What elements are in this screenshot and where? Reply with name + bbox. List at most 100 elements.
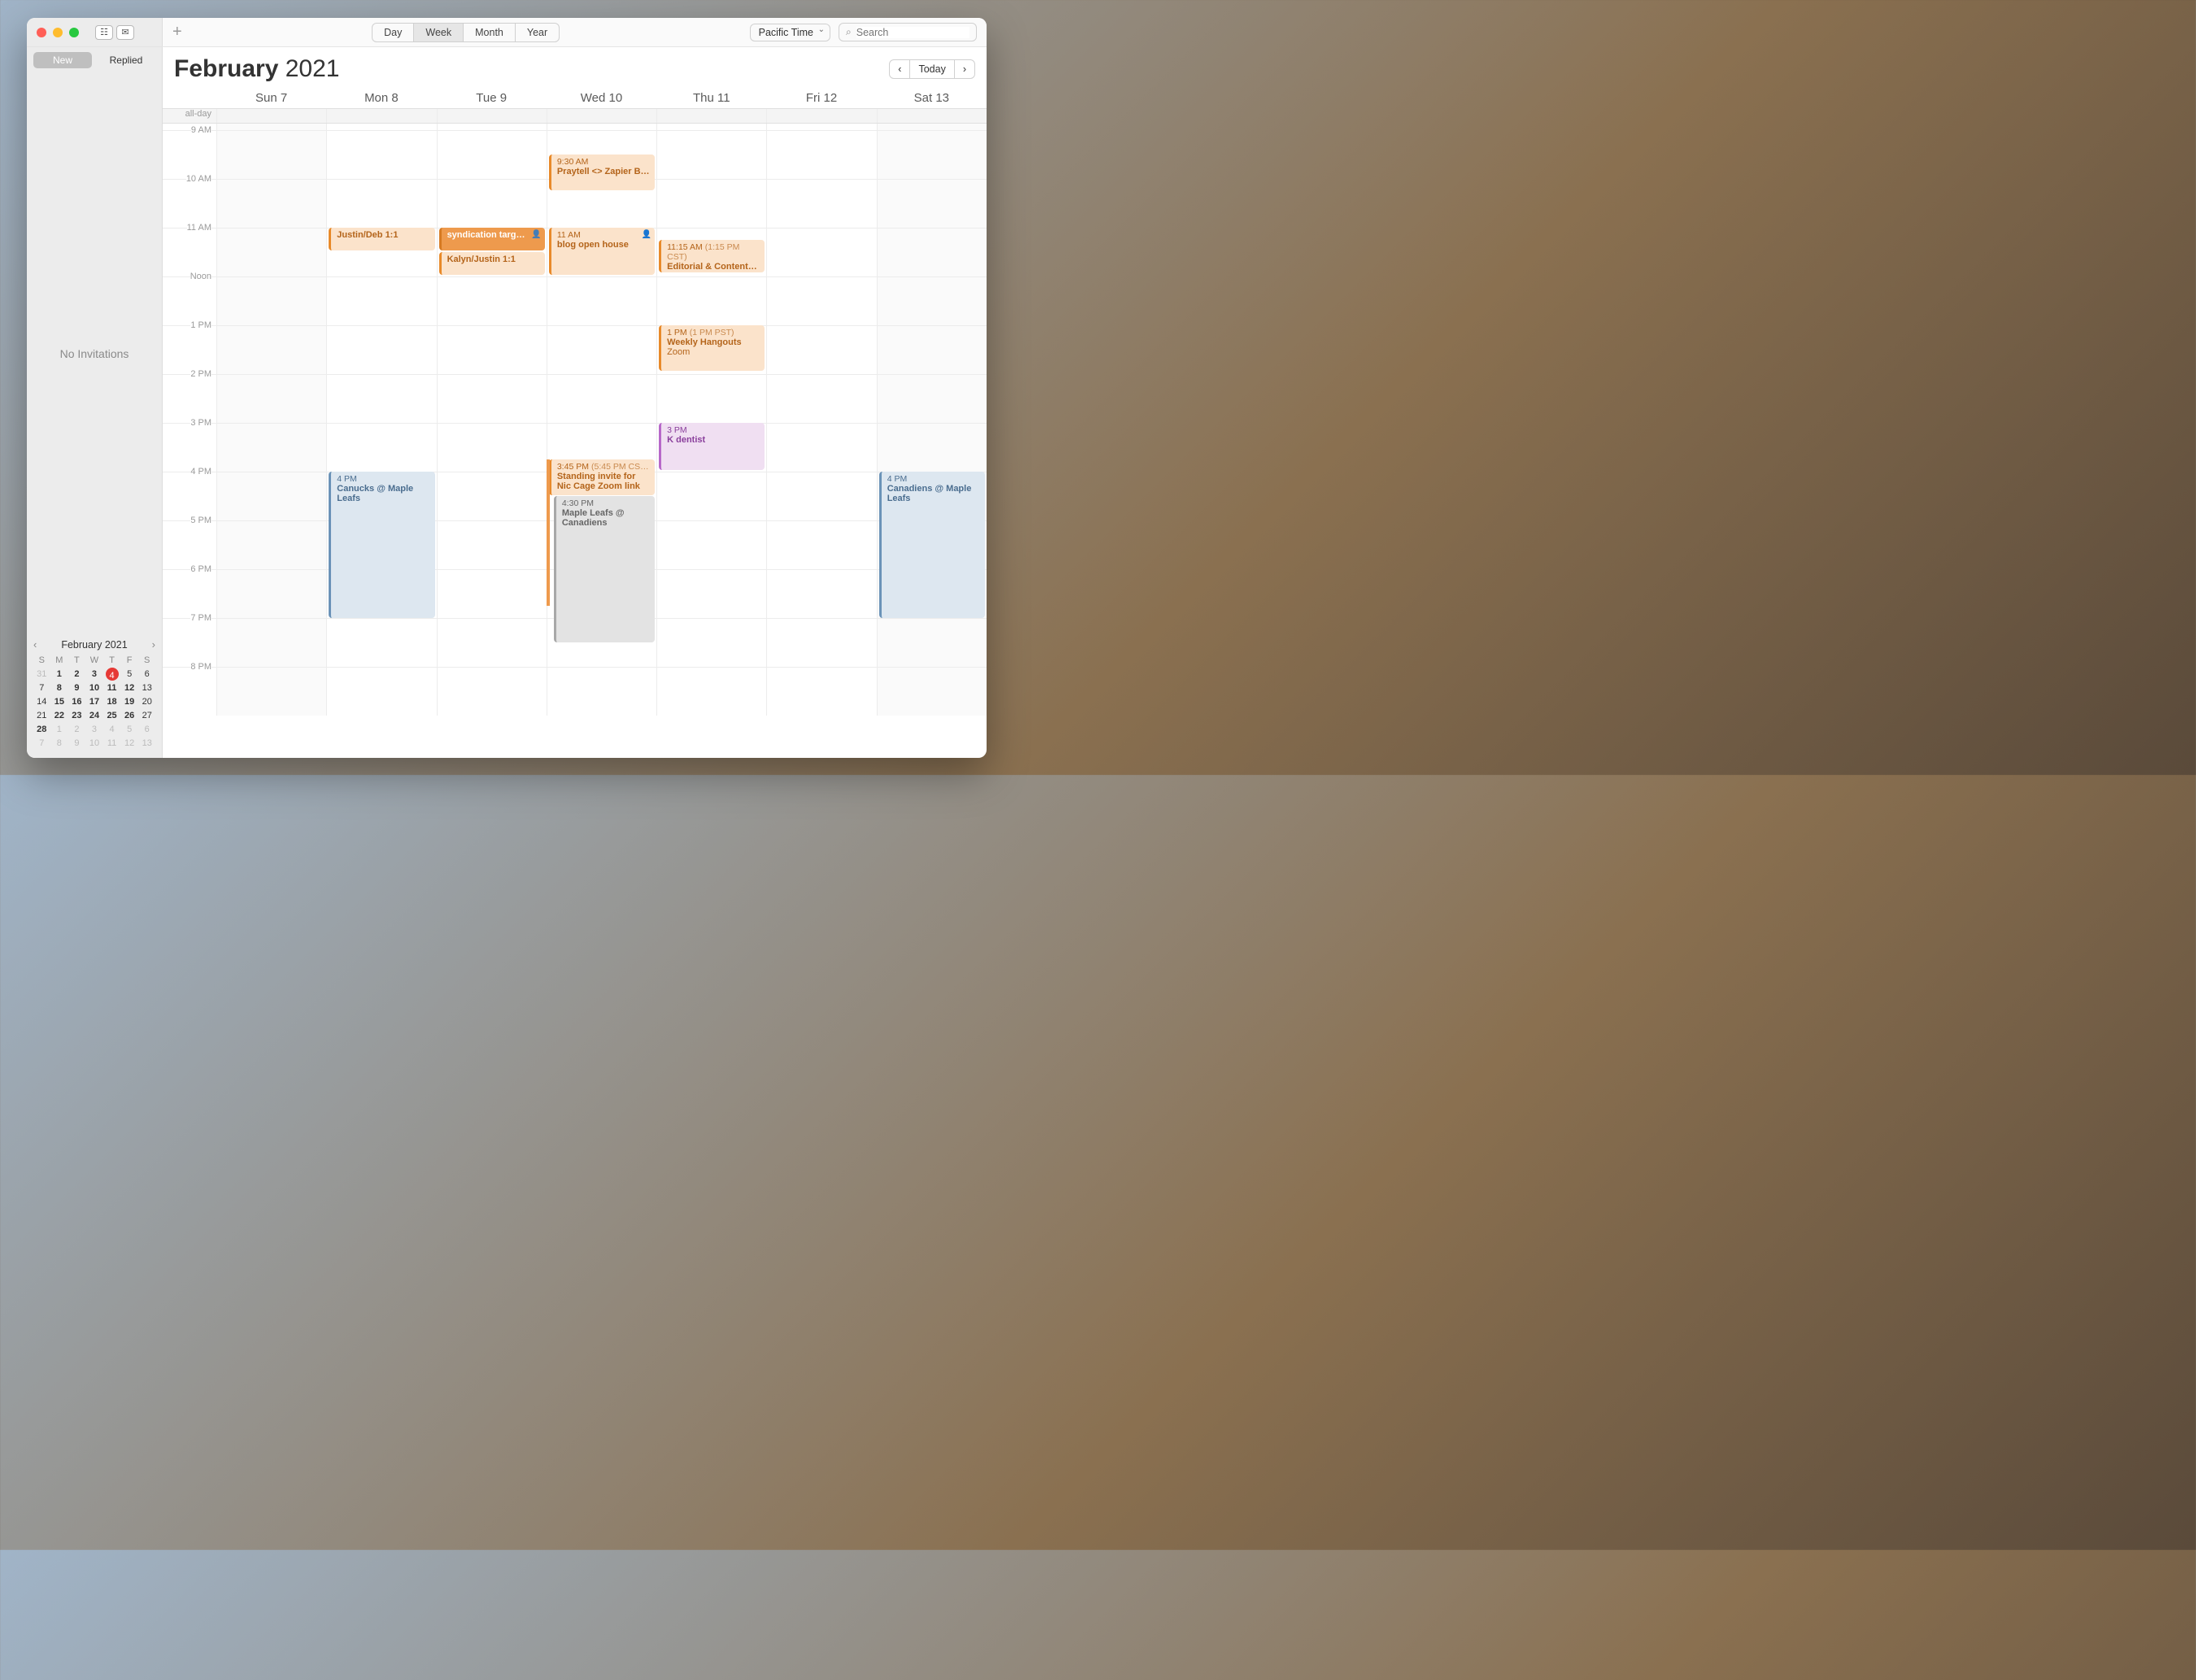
mini-day[interactable]: 24 [86,709,103,722]
mini-day[interactable]: 14 [33,695,50,708]
day-col-sat[interactable]: 4 PM Canadiens @ Maple Leafs [877,124,987,716]
mini-day[interactable]: 19 [121,695,138,708]
mini-day[interactable]: 21 [33,709,50,722]
view-day[interactable]: Day [373,24,414,41]
attendees-icon: 👤 [642,230,651,239]
mini-day[interactable]: 4 [106,668,119,681]
mini-day[interactable]: 20 [138,695,155,708]
mini-day[interactable]: 1 [51,668,68,681]
mini-day[interactable]: 9 [68,737,85,750]
event-justin-deb[interactable]: Justin/Deb 1:1 [329,228,434,250]
mini-day[interactable]: 7 [33,681,50,694]
mini-day[interactable]: 5 [121,668,138,681]
view-segmented-control[interactable]: Day Week Month Year [372,23,560,42]
mini-day[interactable]: 8 [51,681,68,694]
header-row: February 2021 ‹ Today › [163,47,987,88]
day-col-mon[interactable]: Justin/Deb 1:1 4 PM Canucks @ Maple Leaf… [326,124,436,716]
mini-day[interactable]: 11 [103,681,120,694]
event-praytell[interactable]: 9:30 AM Praytell <> Zapier B… [549,155,655,190]
mini-next-button[interactable]: › [152,638,155,651]
mini-day[interactable]: 15 [51,695,68,708]
mini-day[interactable]: 5 [121,723,138,736]
today-button[interactable]: Today [910,60,954,78]
mini-day[interactable]: 23 [68,709,85,722]
mini-day[interactable]: 17 [86,695,103,708]
mini-day[interactable]: 31 [33,668,50,681]
day-col-sun[interactable] [216,124,326,716]
titlebar-main: + Day Week Month Year Pacific Time ⌕ [163,23,987,42]
mini-day[interactable]: 9 [68,681,85,694]
calendar-window: ☷ ✉ + Day Week Month Year Pacific Time ⌕… [27,18,987,758]
mini-day[interactable]: 22 [51,709,68,722]
main-calendar: February 2021 ‹ Today › Sun 7Mon 8Tue 9W… [163,47,987,758]
mini-day[interactable]: 3 [86,723,103,736]
invitation-tabs[interactable]: New Replied [27,47,162,73]
mini-day[interactable]: 27 [138,709,155,722]
mini-day[interactable]: 10 [86,737,103,750]
allday-cells [216,109,987,123]
titlebar-sidebar: ☷ ✉ [27,18,163,46]
event-dentist[interactable]: 3 PM K dentist [659,423,765,470]
event-blog-open-house[interactable]: 11 AM blog open house 👤 [549,228,655,275]
timezone-select[interactable]: Pacific Time [750,24,830,41]
mini-day[interactable]: 8 [51,737,68,750]
inbox-icon[interactable]: ✉ [116,25,134,40]
mini-day[interactable]: 6 [138,668,155,681]
no-invitations-label: No Invitations [27,73,162,633]
mini-day[interactable]: 12 [121,681,138,694]
mini-day[interactable]: 12 [121,737,138,750]
mini-day[interactable]: 11 [103,737,120,750]
day-header-cell: Fri 12 [766,88,876,108]
minimize-icon[interactable] [53,28,63,37]
mini-prev-button[interactable]: ‹ [33,638,37,651]
mini-day[interactable]: 18 [103,695,120,708]
mini-grid[interactable]: SMTWTFS311234567891011121314151617181920… [33,654,155,750]
tab-replied[interactable]: Replied [97,52,155,68]
day-col-wed[interactable]: 9:30 AM Praytell <> Zapier B… 11 AM blog… [547,124,656,716]
mini-day[interactable]: 6 [138,723,155,736]
tab-new[interactable]: New [33,52,92,68]
maximize-icon[interactable] [69,28,79,37]
event-editorial[interactable]: 11:15 AM (1:15 PM CST) Editorial & Conte… [659,240,765,272]
day-header-cell: Tue 9 [437,88,547,108]
attendees-icon: 👤 [531,230,541,239]
next-week-button[interactable]: › [955,60,974,78]
mini-day[interactable]: 7 [33,737,50,750]
view-month[interactable]: Month [464,24,516,41]
view-year[interactable]: Year [516,24,559,41]
event-weekly-hangouts[interactable]: 1 PM (1 PM PST) Weekly Hangouts Zoom [659,325,765,371]
mini-day[interactable]: 2 [68,723,85,736]
mini-day[interactable]: 3 [86,668,103,681]
mini-day[interactable]: 26 [121,709,138,722]
event-standing-invite[interactable]: 3:45 PM (5:45 PM CS… Standing invite for… [549,459,655,495]
day-col-fri[interactable] [766,124,876,716]
add-event-button[interactable]: + [172,23,182,41]
day-header-cell: Wed 10 [547,88,656,108]
mini-day[interactable]: 1 [51,723,68,736]
mini-calendar[interactable]: ‹ February 2021 › SMTWTFS311234567891011… [27,633,162,758]
search-input[interactable] [856,27,969,38]
day-col-thu[interactable]: 11:15 AM (1:15 PM CST) Editorial & Conte… [656,124,766,716]
grid-wrap[interactable]: 9 AM10 AM11 AMNoon1 PM2 PM3 PM4 PM5 PM6 … [163,124,987,758]
day-col-tue[interactable]: syndication targ… 👤 Kalyn/Justin 1:1 [437,124,547,716]
mini-day[interactable]: 28 [33,723,50,736]
view-week[interactable]: Week [414,24,464,41]
sidebar: New Replied No Invitations ‹ February 20… [27,47,163,758]
event-syndication[interactable]: syndication targ… 👤 [439,228,545,250]
mini-day[interactable]: 16 [68,695,85,708]
event-canadiens-leafs[interactable]: 4 PM Canadiens @ Maple Leafs [879,472,985,618]
mini-day[interactable]: 13 [138,737,155,750]
event-kalyn-justin[interactable]: Kalyn/Justin 1:1 [439,252,545,275]
event-leafs-canadiens[interactable]: 4:30 PM Maple Leafs @ Canadiens [554,496,655,642]
today-nav[interactable]: ‹ Today › [889,59,975,79]
mini-day[interactable]: 2 [68,668,85,681]
event-canucks-leafs[interactable]: 4 PM Canucks @ Maple Leafs [329,472,434,618]
mini-day[interactable]: 13 [138,681,155,694]
mini-day[interactable]: 25 [103,709,120,722]
close-icon[interactable] [37,28,46,37]
mini-day[interactable]: 4 [103,723,120,736]
calendar-list-icon[interactable]: ☷ [95,25,113,40]
prev-week-button[interactable]: ‹ [890,60,910,78]
mini-day[interactable]: 10 [86,681,103,694]
search-box[interactable]: ⌕ [839,23,977,41]
